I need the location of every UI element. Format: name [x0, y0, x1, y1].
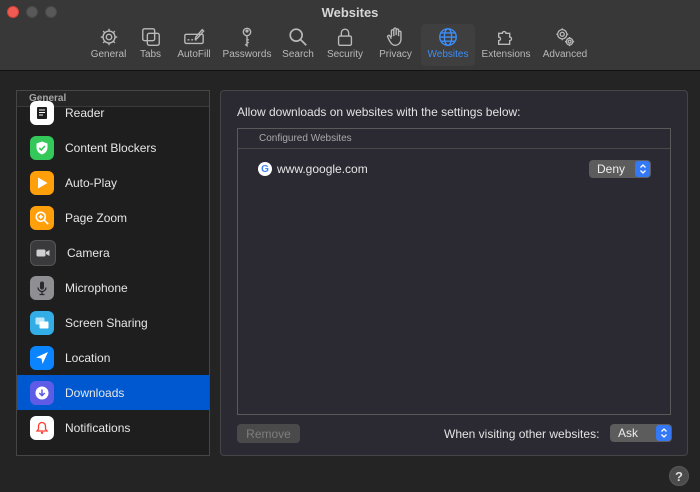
- tab-label: Search: [282, 49, 314, 60]
- sidebar-item-label: Screen Sharing: [65, 315, 148, 330]
- other-websites-popup[interactable]: Ask: [610, 424, 672, 442]
- shield-check-icon: [30, 135, 54, 160]
- sidebar-item-camera[interactable]: Camera: [17, 235, 209, 270]
- sidebar-item-notifications[interactable]: Notifications: [17, 410, 209, 445]
- sidebar-item-microphone[interactable]: Microphone: [17, 270, 209, 305]
- tab-search[interactable]: Search: [276, 24, 320, 66]
- sidebar-item-reader[interactable]: Reader: [17, 95, 209, 130]
- play-icon: [30, 170, 54, 195]
- tab-label: Advanced: [542, 49, 588, 60]
- panel-heading: Allow downloads on websites with the set…: [237, 105, 521, 119]
- tab-label: AutoFill: [177, 49, 211, 60]
- pencil-form-icon: [184, 28, 205, 45]
- tab-websites[interactable]: Websites: [421, 24, 475, 66]
- hand-icon: [386, 27, 402, 46]
- sidebar-item-content-blockers[interactable]: Content Blockers: [17, 130, 209, 165]
- tab-label: Security: [326, 49, 364, 60]
- tab-label: Tabs: [139, 49, 162, 60]
- tab-label: Passwords: [222, 49, 272, 60]
- screen-sharing-icon: [30, 310, 54, 335]
- chevron-updown-icon: [656, 425, 671, 441]
- sidebar-item-location[interactable]: Location: [17, 340, 209, 375]
- sidebar-item-label: Notifications: [65, 420, 131, 435]
- tab-label: Websites: [427, 49, 469, 60]
- popup-value: Deny: [597, 162, 626, 176]
- chevron-updown-icon: [635, 161, 650, 177]
- preferences-tabs: General Tabs AutoFill Passwords Search S…: [86, 24, 593, 66]
- configured-websites-table[interactable]: Configured Websites G www.google.com Den…: [237, 128, 671, 415]
- sidebar-item-label: Microphone: [65, 280, 128, 295]
- tab-general[interactable]: General: [86, 24, 131, 66]
- google-g-icon: G: [258, 162, 272, 176]
- gear-icon: [100, 28, 117, 46]
- sidebar-item-label: Auto-Play: [65, 175, 118, 190]
- table-header: Configured Websites: [238, 129, 670, 149]
- toolbar: Websites General Tabs AutoFill Passwords…: [0, 0, 700, 71]
- microphone-icon: [30, 275, 54, 300]
- preferences-window: Websites General Tabs AutoFill Passwords…: [0, 0, 700, 492]
- downloads-settings-panel: Allow downloads on websites with the set…: [220, 90, 688, 456]
- tab-extensions[interactable]: Extensions: [475, 24, 537, 66]
- globe-icon: [439, 28, 457, 46]
- location-arrow-icon: [30, 345, 54, 370]
- download-icon: [30, 380, 54, 405]
- help-button[interactable]: ?: [669, 466, 689, 486]
- window-title: Websites: [321, 5, 379, 20]
- other-websites-label: When visiting other websites:: [444, 427, 600, 441]
- tab-security[interactable]: Security: [320, 24, 370, 66]
- popup-value: Ask: [618, 426, 639, 440]
- tab-label: Extensions: [481, 49, 531, 60]
- tab-autofill[interactable]: AutoFill: [170, 24, 218, 66]
- gears-icon: [556, 28, 575, 47]
- bell-icon: [30, 415, 54, 440]
- sidebar-item-label: Content Blockers: [65, 140, 157, 155]
- tab-label: Privacy: [379, 49, 412, 60]
- preferences-content: General Reader Content Blockers Auto-Pla…: [0, 71, 700, 492]
- zoom-icon: [30, 205, 54, 230]
- sidebar-item-downloads[interactable]: Downloads: [17, 375, 209, 410]
- key-icon: [242, 27, 252, 48]
- puzzle-icon: [497, 30, 513, 46]
- tab-label: General: [90, 49, 127, 60]
- tab-passwords[interactable]: Passwords: [218, 24, 276, 66]
- tab-tabs[interactable]: Tabs: [131, 24, 170, 66]
- camera-icon: [30, 239, 56, 266]
- reader-icon: [30, 100, 54, 125]
- sidebar-item-auto-play[interactable]: Auto-Play: [17, 165, 209, 200]
- sidebar-item-label: Camera: [67, 245, 110, 260]
- sidebar-item-label: Location: [65, 350, 111, 365]
- lock-icon: [337, 28, 353, 46]
- website-setting-popup[interactable]: Deny: [589, 160, 651, 178]
- remove-button[interactable]: Remove: [237, 424, 300, 443]
- website-name: www.google.com: [277, 162, 368, 176]
- tabs-icon: [141, 28, 160, 46]
- sidebar-item-label: Reader: [65, 105, 105, 120]
- sidebar-item-screen-sharing[interactable]: Screen Sharing: [17, 305, 209, 340]
- tab-advanced[interactable]: Advanced: [537, 24, 593, 66]
- websites-sidebar: General Reader Content Blockers Auto-Pla…: [16, 90, 210, 456]
- tab-privacy[interactable]: Privacy: [370, 24, 421, 66]
- table-row[interactable]: G www.google.com Deny: [238, 157, 670, 181]
- sidebar-item-label: Page Zoom: [65, 210, 128, 225]
- magnifier-icon: [289, 28, 307, 46]
- sidebar-item-page-zoom[interactable]: Page Zoom: [17, 200, 209, 235]
- sidebar-item-label: Downloads: [65, 385, 125, 400]
